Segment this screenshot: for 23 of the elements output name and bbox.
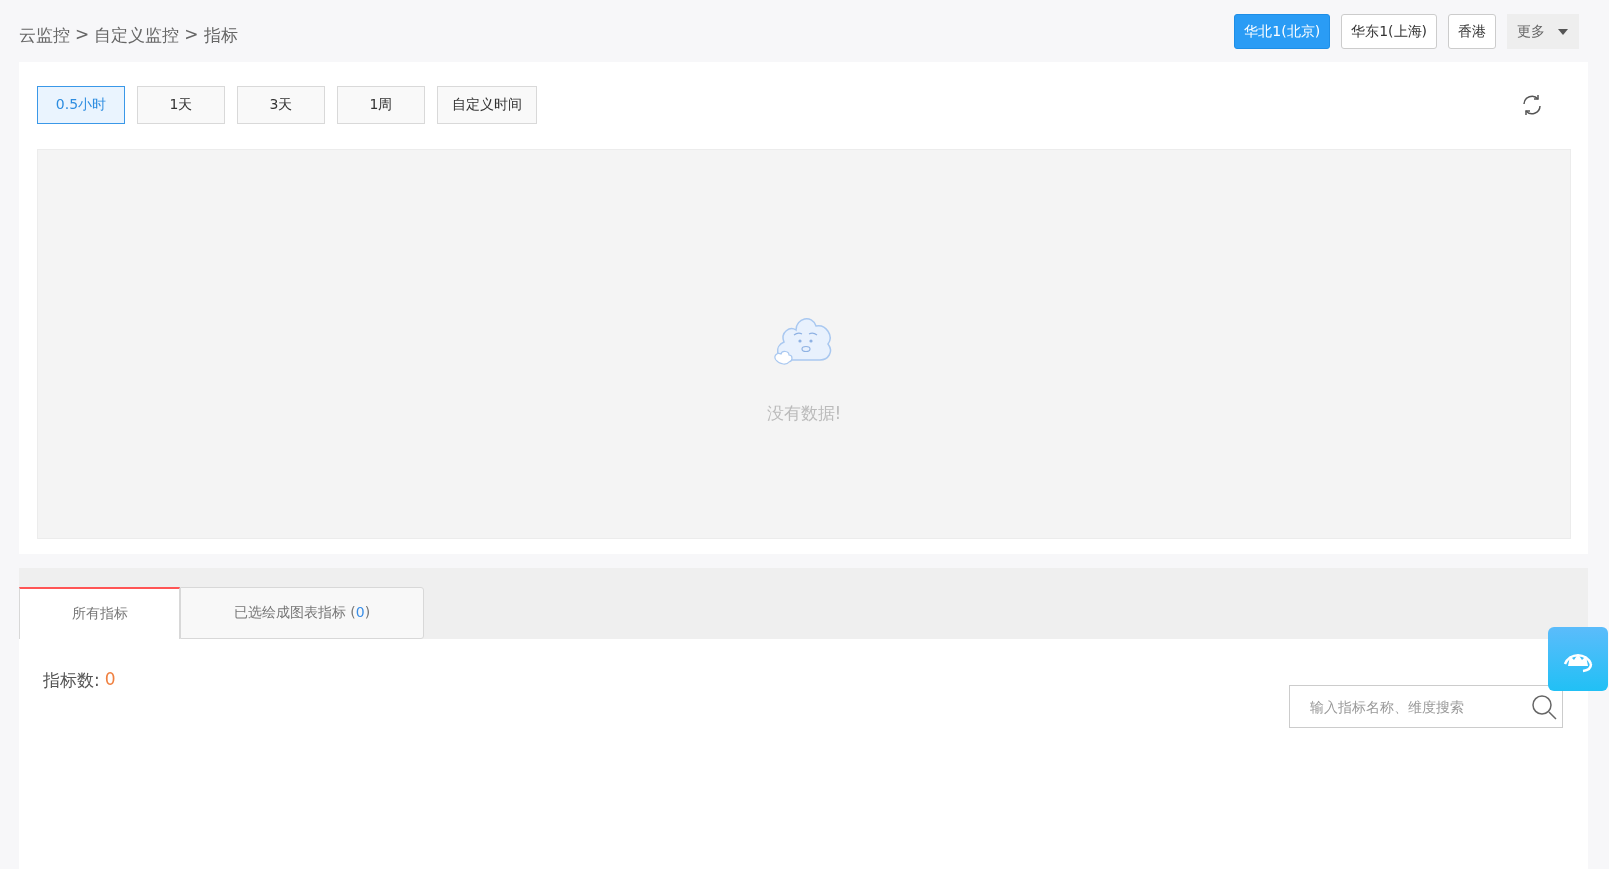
time-range-button[interactable]: 自定义时间	[437, 86, 537, 124]
time-range-button[interactable]: 3天	[237, 86, 325, 124]
tab[interactable]: 已选绘成图表指标 (0)	[180, 587, 424, 639]
tab[interactable]: 所有指标	[19, 587, 180, 639]
breadcrumb-separator: >	[75, 24, 90, 46]
time-range-button[interactable]: 1天	[137, 86, 225, 124]
region-button[interactable]: 华北1(北京)	[1234, 14, 1331, 49]
more-dropdown[interactable]: 更多	[1507, 14, 1579, 49]
breadcrumb-item[interactable]: 云监控	[19, 24, 70, 47]
breadcrumb-separator: >	[184, 24, 199, 46]
metric-count-value: 0	[104, 669, 116, 691]
search-icon[interactable]	[1531, 694, 1557, 720]
metric-count-label: 指标数:	[43, 669, 100, 692]
search-field[interactable]: 输入指标名称、维度搜索	[1289, 685, 1563, 728]
empty-message: 没有数据!	[766, 402, 842, 425]
time-range-button[interactable]: 1周	[337, 86, 425, 124]
time-range-button[interactable]: 0.5小时	[37, 86, 125, 124]
caret-icon	[1557, 27, 1569, 36]
region-button[interactable]: 香港	[1448, 14, 1496, 49]
breadcrumb-item: 指标	[203, 24, 238, 47]
breadcrumb-item[interactable]: 自定义监控	[94, 24, 180, 47]
refresh-icon[interactable]	[1520, 93, 1544, 117]
region-button[interactable]: 华东1(上海)	[1341, 14, 1437, 49]
